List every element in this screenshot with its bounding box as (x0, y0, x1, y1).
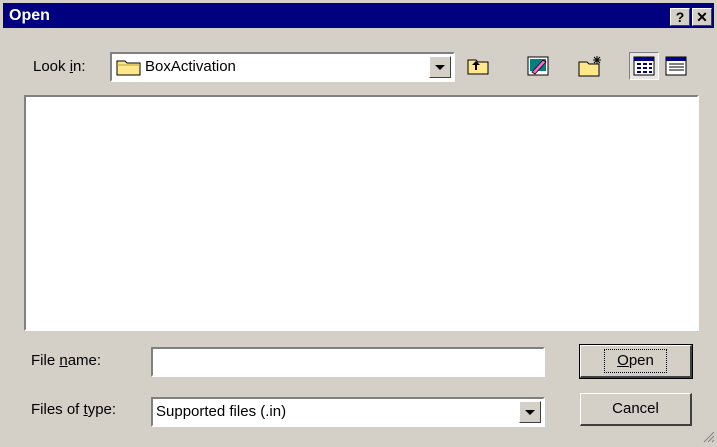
open-dialog: Open ? ✕ Look in: BoxActivation File nam… (0, 0, 717, 445)
list-view-icon (630, 56, 658, 83)
new-folder-button[interactable] (575, 52, 605, 80)
up-one-level-button[interactable] (463, 52, 493, 80)
folder-icon (116, 58, 142, 80)
files-of-type-label: Files of type: (31, 401, 117, 418)
file-name-label: File name: (31, 352, 102, 369)
look-in-value: BoxActivation (145, 58, 236, 75)
files-of-type-value: Supported files (.in) (156, 403, 287, 420)
details-view-button[interactable] (661, 52, 691, 80)
desktop-button[interactable] (523, 52, 553, 80)
desktop-icon (523, 56, 553, 84)
title-bar[interactable]: Open ? ✕ (3, 3, 714, 28)
help-icon: ? (675, 9, 685, 25)
window-title: Open (9, 7, 50, 24)
up-one-level-icon (463, 59, 493, 84)
look-in-dropdown-arrow[interactable] (429, 56, 451, 78)
resize-grip-icon[interactable] (702, 430, 715, 447)
details-view-icon (661, 56, 691, 84)
cancel-button[interactable]: Cancel (580, 393, 692, 426)
new-folder-icon (575, 56, 605, 84)
help-button[interactable]: ? (670, 8, 690, 26)
files-of-type-dropdown-arrow[interactable] (519, 401, 541, 423)
file-name-input[interactable] (151, 347, 545, 377)
list-view-button[interactable] (629, 52, 659, 80)
close-icon: ✕ (696, 9, 708, 25)
open-button[interactable]: Open (579, 344, 693, 379)
file-list[interactable] (24, 95, 699, 331)
files-of-type-combobox[interactable]: Supported files (.in) (151, 397, 545, 427)
look-in-combobox[interactable]: BoxActivation (110, 52, 455, 82)
close-button[interactable]: ✕ (692, 8, 712, 26)
look-in-label: Look in: (33, 58, 86, 75)
